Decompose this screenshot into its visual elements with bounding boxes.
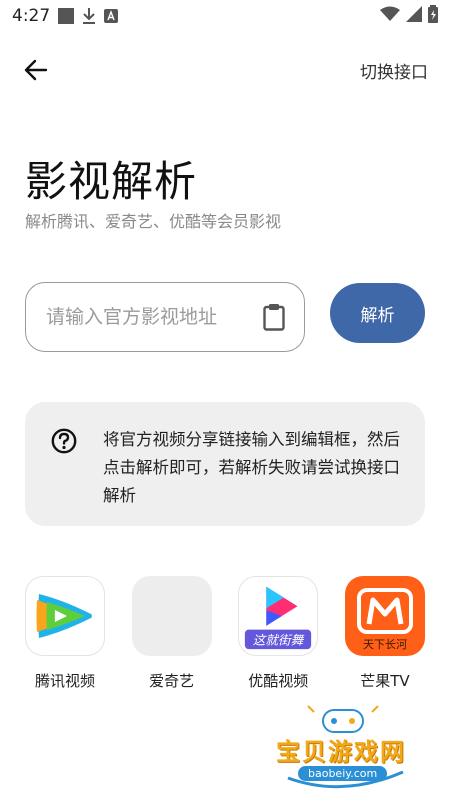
tip-card: 将官方视频分享链接输入到编辑框，然后点击解析即可，若解析失败请尝试换接口解析 [25,402,425,526]
parse-button[interactable]: 解析 [330,283,425,343]
watermark: 宝贝游戏网 baobeiy.com [268,700,418,795]
platform-youku[interactable]: 这就街舞 优酷视频 [238,576,319,691]
platform-label: 腾讯视频 [34,672,95,690]
font-app-icon [104,9,119,23]
tip-text: 将官方视频分享链接输入到编辑框，然后点击解析即可，若解析失败请尝试换接口解析 [103,430,400,505]
back-button[interactable] [22,56,50,84]
iqiyi-logo-placeholder [131,576,212,656]
clipboard-icon [263,304,285,331]
notification-square-icon [58,8,75,24]
battery-icon [428,5,438,27]
download-icon [82,8,96,24]
switch-interface-button[interactable]: 切换接口 [360,58,428,83]
url-field[interactable] [25,282,305,352]
status-bar: 4:27 [0,0,450,32]
watermark-url: baobeiy.com [298,766,388,781]
page-subtitle: 解析腾讯、爱奇艺、优酷等会员影视 [25,212,282,231]
platform-tencent[interactable]: 腾讯视频 [25,576,105,691]
toolbar: 切换接口 [0,48,450,92]
url-input[interactable] [46,306,260,328]
wifi-icon [380,6,400,26]
help-circle-icon [51,428,77,454]
tencent-video-logo-icon [25,576,105,656]
watermark-title: 宝贝游戏网 [276,738,406,766]
platform-label: 优酷视频 [248,672,309,690]
arrow-left-icon [24,59,48,81]
paste-button[interactable] [260,301,288,333]
mango-tv-logo-icon: 天下长河 [344,576,425,656]
youku-logo-icon: 这就街舞 [238,576,319,656]
status-time: 4:27 [12,6,51,26]
platform-list: 腾讯视频 爱奇艺 这就街舞 优酷视频 天下长河 芒果TV [25,576,425,691]
platform-iqiyi[interactable]: 爱奇艺 [131,576,212,691]
platform-label: 芒果TV [360,672,410,690]
platform-mango[interactable]: 天下长河 芒果TV [344,576,425,691]
youku-logo-text: 这就街舞 [253,632,305,647]
mango-logo-text: 天下长河 [363,638,407,651]
platform-label: 爱奇艺 [149,672,195,690]
signal-icon [406,6,422,26]
page-title: 影视解析 [25,157,198,206]
